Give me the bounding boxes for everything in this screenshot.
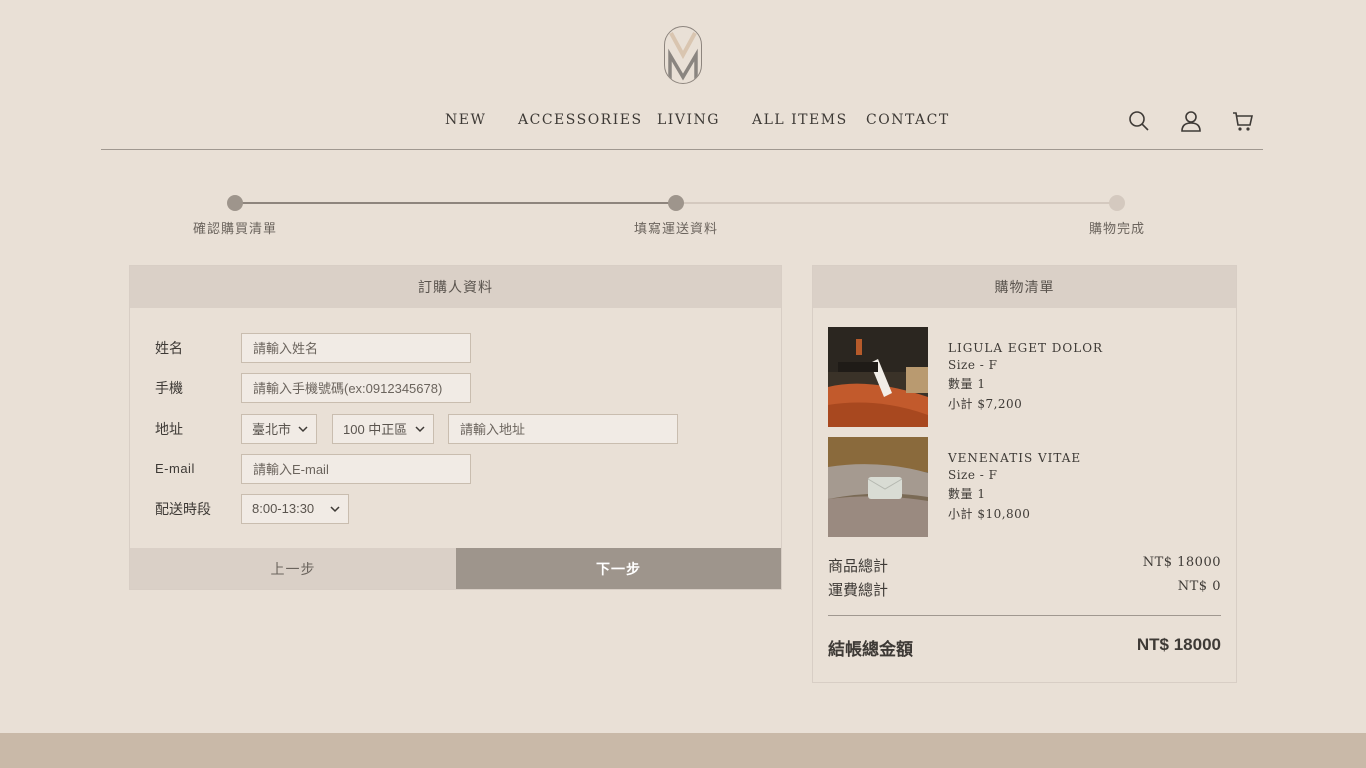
email-label: E-mail [155, 461, 195, 476]
item-size: Size - F [948, 358, 998, 372]
district-select-value: 100 中正區 [343, 422, 408, 437]
progress-track-pending [676, 202, 1117, 204]
cart-icon[interactable] [1232, 110, 1254, 132]
name-row: 姓名 請輸入姓名 [155, 332, 471, 363]
goods-total-row: 商品總計 NT$ 18000 [828, 555, 1221, 576]
progress-dot-step-1 [227, 195, 243, 211]
nav-item-living[interactable]: LIVING [657, 112, 720, 128]
product-image [828, 437, 928, 537]
product-image [828, 327, 928, 427]
item-subtotal: 小計 $10,800 [948, 507, 1031, 521]
cart-title: 購物清單 [813, 266, 1236, 308]
address-label: 地址 [155, 420, 183, 437]
user-icon[interactable] [1180, 110, 1202, 132]
item-subtotal: 小計 $7,200 [948, 397, 1023, 411]
item-name: VENENATIS VITAE [948, 451, 1082, 465]
progress-label-step-3: 購物完成 [1088, 221, 1146, 236]
chevron-down-icon [298, 425, 308, 432]
district-select[interactable]: 100 中正區 [332, 413, 434, 444]
nav-item-contact[interactable]: CONTACT [866, 112, 950, 128]
progress-label-step-2: 填寫運送資料 [633, 221, 719, 236]
grand-total-label: 結帳總金額 [828, 640, 913, 659]
email-row: E-mail 請輸入E-mail [155, 453, 471, 484]
delivery-label: 配送時段 [155, 500, 211, 517]
delivery-row: 配送時段 8:00-13:30 [155, 493, 349, 524]
search-icon[interactable] [1128, 110, 1150, 132]
goods-total-value: NT$ 18000 [1142, 555, 1221, 570]
footer-bar [0, 733, 1366, 768]
city-select-value: 臺北市 [252, 422, 292, 437]
address-input[interactable]: 請輸入地址 [448, 413, 678, 444]
form-title: 訂購人資料 [130, 266, 781, 308]
form-actions: 上一步 下一步 [130, 548, 781, 589]
email-input[interactable]: 請輸入E-mail [241, 453, 471, 484]
city-select[interactable]: 臺北市 [241, 413, 317, 444]
grand-total-value: NT$ 18000 [1136, 635, 1221, 654]
nav-item-all-items[interactable]: ALL ITEMS [752, 112, 848, 128]
nav-item-accessories[interactable]: ACCESSORIES [518, 112, 643, 128]
summary-divider [828, 615, 1221, 616]
chevron-down-icon [330, 505, 340, 512]
delivery-time-select[interactable]: 8:00-13:30 [241, 493, 349, 524]
chevron-down-icon [415, 425, 425, 432]
item-size: Size - F [948, 468, 998, 482]
item-quantity: 數量 1 [948, 377, 986, 391]
cart-summary: 購物清單 LIGULA EGET DOLOR Size - F 數量 1 小計 … [812, 265, 1237, 683]
cart-item: VENENATIS VITAE Size - F 數量 1 小計 $10,800 [828, 437, 1081, 537]
progress-dot-step-3 [1109, 195, 1125, 211]
header-icons [1128, 110, 1254, 132]
progress-track-done [235, 202, 676, 204]
address-row: 地址 臺北市 100 中正區 請輸入地址 [155, 413, 678, 444]
shipping-total-row: 運費總計 NT$ 0 [828, 579, 1221, 600]
item-info: LIGULA EGET DOLOR Size - F 數量 1 小計 $7,20… [948, 341, 1103, 427]
name-label: 姓名 [155, 339, 183, 356]
name-input[interactable]: 請輸入姓名 [241, 332, 471, 363]
checkout-progress: 確認購買清單 填寫運送資料 購物完成 [0, 194, 1366, 244]
cart-item: LIGULA EGET DOLOR Size - F 數量 1 小計 $7,20… [828, 327, 1103, 427]
item-name: LIGULA EGET DOLOR [948, 341, 1104, 355]
grand-total-row: 結帳總金額 NT$ 18000 [828, 635, 1221, 660]
progress-label-step-1: 確認購買清單 [192, 221, 278, 236]
orderer-form: 訂購人資料 姓名 請輸入姓名 手機 請輸入手機號碼(ex:0912345678)… [129, 265, 782, 590]
header-divider [101, 149, 1263, 150]
shipping-total-value: NT$ 0 [1177, 579, 1221, 594]
nav-item-new[interactable]: NEW [445, 112, 486, 128]
goods-total-label: 商品總計 [828, 558, 889, 575]
phone-input[interactable]: 請輸入手機號碼(ex:0912345678) [241, 372, 471, 403]
shipping-total-label: 運費總計 [828, 582, 889, 599]
next-step-button[interactable]: 下一步 [456, 548, 781, 589]
item-info: VENENATIS VITAE Size - F 數量 1 小計 $10,800 [948, 451, 1081, 537]
brand-logo[interactable] [664, 26, 702, 84]
delivery-time-value: 8:00-13:30 [252, 501, 315, 516]
prev-step-button[interactable]: 上一步 [130, 548, 456, 589]
progress-dot-step-2 [668, 195, 684, 211]
phone-label: 手機 [155, 379, 183, 396]
item-quantity: 數量 1 [948, 487, 986, 501]
phone-row: 手機 請輸入手機號碼(ex:0912345678) [155, 372, 471, 403]
